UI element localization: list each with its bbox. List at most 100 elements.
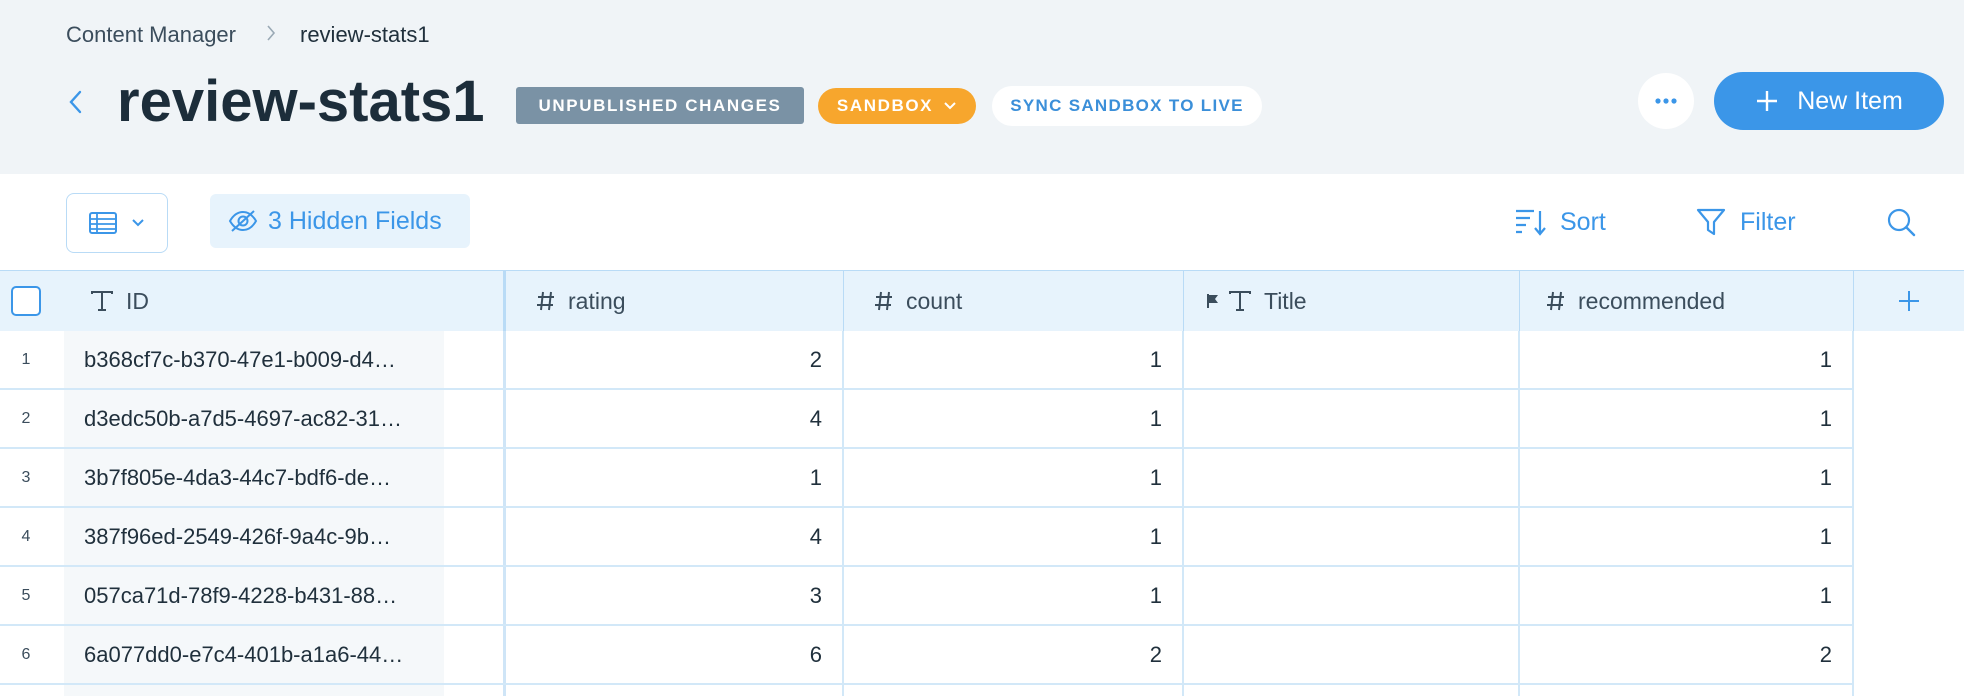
primary-flag-icon [1207, 294, 1218, 308]
cell-title[interactable] [1184, 331, 1520, 388]
cell-rating[interactable]: 1 [506, 449, 844, 506]
cell-id[interactable]: 057ca71d-78f9-4228-b431-88… [64, 567, 444, 624]
cell-recommended [1520, 685, 1854, 696]
sandbox-label: SANDBOX [836, 96, 934, 115]
breadcrumb-root[interactable]: Content Manager [66, 22, 236, 48]
sandbox-dropdown[interactable]: SANDBOX [818, 88, 976, 124]
table-toolbar: 3 Hidden Fields Sort Filter [0, 174, 1964, 270]
column-header-recommended[interactable]: recommended [1520, 271, 1854, 331]
more-dots-icon [1655, 98, 1677, 104]
cell-title[interactable] [1184, 567, 1520, 624]
table-view-icon [89, 212, 117, 234]
table-header: ID rating count Title recommended [0, 271, 1964, 331]
cell-id-spacer [444, 390, 506, 447]
cell-recommended[interactable]: 1 [1520, 508, 1854, 565]
cell-rating[interactable]: 6 [506, 626, 844, 683]
cell-id[interactable]: 6a077dd0-e7c4-401b-a1a6-44… [64, 626, 444, 683]
row-number: 5 [21, 586, 31, 604]
sort-button[interactable]: Sort [1514, 204, 1606, 240]
chevron-down-icon [132, 219, 144, 227]
sort-label: Sort [1560, 207, 1606, 236]
table-row[interactable]: 3 3b7f805e-4da3-44c7-bdf6-de… 1 1 1 [0, 449, 1854, 508]
row-number: 4 [21, 527, 31, 545]
filter-button[interactable]: Filter [1696, 204, 1796, 240]
row-number: 2 [21, 409, 31, 427]
cell-id-spacer [444, 685, 506, 696]
breadcrumb: Content Manager review-stats1 [66, 20, 430, 50]
cell-id-spacer [444, 626, 506, 683]
cell-id-spacer [444, 449, 506, 506]
table-row[interactable]: 6 6a077dd0-e7c4-401b-a1a6-44… 6 2 2 [0, 626, 1854, 685]
select-all-checkbox[interactable] [11, 286, 41, 316]
column-header-id[interactable]: ID [52, 271, 506, 331]
column-header-count[interactable]: count [844, 271, 1184, 331]
more-actions-button[interactable] [1638, 73, 1694, 129]
cell-recommended[interactable]: 1 [1520, 449, 1854, 506]
items-table: ID rating count Title recommended 1 b368… [0, 270, 1964, 696]
filter-label: Filter [1740, 207, 1796, 236]
cell-rating[interactable]: 4 [506, 390, 844, 447]
cell-id-spacer [444, 567, 506, 624]
plus-icon [1899, 291, 1919, 311]
unpublished-changes-badge: UNPUBLISHED CHANGES [516, 87, 804, 124]
new-item-button[interactable]: New Item [1714, 72, 1944, 130]
breadcrumb-chevron-icon [266, 22, 276, 48]
view-switcher[interactable] [66, 193, 168, 253]
cell-title [1184, 685, 1520, 696]
cell-title[interactable] [1184, 626, 1520, 683]
page-title: review-stats1 [117, 69, 485, 134]
cell-count[interactable]: 1 [844, 390, 1184, 447]
cell-recommended[interactable]: 1 [1520, 331, 1854, 388]
cell-id[interactable]: 3b7f805e-4da3-44c7-bdf6-de… [64, 449, 444, 506]
table-row-partial [0, 685, 1854, 696]
cell-recommended[interactable]: 2 [1520, 626, 1854, 683]
cell-rating[interactable]: 2 [506, 331, 844, 388]
number-field-icon [1547, 291, 1564, 311]
cell-id-spacer [444, 508, 506, 565]
row-number: 1 [21, 350, 31, 368]
page-header: Content Manager review-stats1 review-sta… [0, 0, 1964, 174]
row-number: 6 [21, 645, 31, 663]
table-row[interactable]: 4 387f96ed-2549-426f-9a4c-9b… 4 1 1 [0, 508, 1854, 567]
column-header-label: ID [126, 287, 149, 314]
cell-count[interactable]: 1 [844, 567, 1184, 624]
cell-id[interactable]: b368cf7c-b370-47e1-b009-d4… [64, 331, 444, 388]
filter-icon [1696, 208, 1726, 236]
plus-icon [1757, 91, 1778, 111]
cell-count[interactable]: 1 [844, 449, 1184, 506]
hidden-fields-button[interactable]: 3 Hidden Fields [210, 194, 470, 248]
cell-rating[interactable]: 3 [506, 567, 844, 624]
table-row[interactable]: 5 057ca71d-78f9-4228-b431-88… 3 1 1 [0, 567, 1854, 626]
cell-rating[interactable]: 4 [506, 508, 844, 565]
hidden-fields-label: 3 Hidden Fields [268, 206, 442, 235]
cell-count[interactable]: 2 [844, 626, 1184, 683]
table-row[interactable]: 1 b368cf7c-b370-47e1-b009-d4… 2 1 1 [0, 331, 1854, 390]
search-button[interactable] [1886, 204, 1918, 240]
text-field-icon [1229, 291, 1251, 311]
add-field-button[interactable] [1854, 271, 1964, 331]
back-button[interactable] [62, 86, 88, 118]
cell-title[interactable] [1184, 508, 1520, 565]
column-header-rating[interactable]: rating [506, 271, 844, 331]
column-header-label: count [906, 287, 963, 314]
sort-icon [1516, 209, 1546, 236]
cell-count [844, 685, 1184, 696]
cell-recommended[interactable]: 1 [1520, 567, 1854, 624]
cell-title[interactable] [1184, 449, 1520, 506]
table-row[interactable]: 2 d3edc50b-a7d5-4697-ac82-31… 4 1 1 [0, 390, 1854, 449]
chevron-left-icon [69, 90, 82, 114]
search-icon [1887, 208, 1916, 237]
column-header-label: Title [1264, 287, 1307, 314]
cell-id[interactable]: d3edc50b-a7d5-4697-ac82-31… [64, 390, 444, 447]
cell-recommended[interactable]: 1 [1520, 390, 1854, 447]
column-header-title[interactable]: Title [1184, 271, 1520, 331]
cell-count[interactable]: 1 [844, 331, 1184, 388]
sync-sandbox-button[interactable]: SYNC SANDBOX TO LIVE [992, 86, 1262, 126]
number-field-icon [875, 291, 892, 311]
new-item-label: New Item [1797, 86, 1903, 115]
column-header-label: recommended [1578, 287, 1726, 314]
cell-id[interactable]: 387f96ed-2549-426f-9a4c-9b… [64, 508, 444, 565]
cell-count[interactable]: 1 [844, 508, 1184, 565]
cell-title[interactable] [1184, 390, 1520, 447]
select-all-cell [0, 271, 52, 331]
